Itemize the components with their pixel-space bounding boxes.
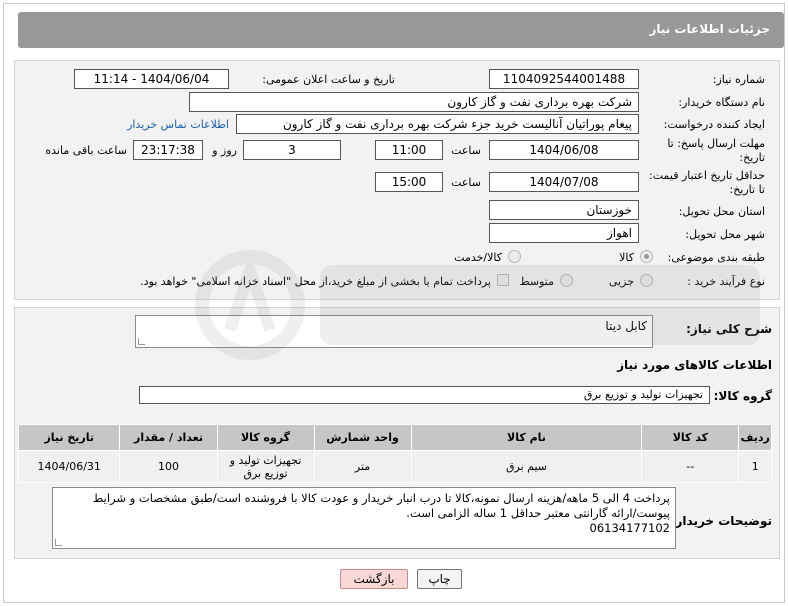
page-title: جزئیات اطلاعات نیاز bbox=[649, 22, 770, 36]
province-label: استان محل تحویل: bbox=[678, 205, 765, 218]
buyer-org-field: شرکت بهره برداری نفت و گاز کارون bbox=[189, 92, 639, 112]
process-medium-label: متوسط bbox=[519, 275, 554, 288]
cell-name: سیم برق bbox=[410, 450, 643, 483]
buyer-notes-label: توضیحات خریدار: bbox=[670, 514, 772, 528]
print-button[interactable]: چاپ bbox=[417, 569, 462, 589]
reply-deadline-label-2: تاریخ: bbox=[739, 151, 765, 164]
reply-date-field: 1404/06/08 bbox=[489, 140, 639, 160]
cell-need-date: 1404/06/31 bbox=[17, 450, 121, 483]
announce-label: تاریخ و ساعت اعلان عمومی: bbox=[262, 73, 395, 86]
resize-handle-icon[interactable] bbox=[138, 338, 145, 345]
goods-table: ردیف کد کالا نام کالا واحد شمارش گروه کا… bbox=[17, 424, 772, 483]
goods-group-field: تجهیزات تولید و توزیع برق bbox=[139, 386, 710, 404]
resize-handle-icon[interactable] bbox=[55, 539, 62, 546]
category-goods-service-radio[interactable] bbox=[508, 250, 521, 263]
remaining-time-field: 23:17:38 bbox=[133, 140, 203, 160]
treasury-payment-checkbox[interactable] bbox=[497, 274, 509, 286]
buyer-notes-line-3: 06134177102 bbox=[589, 521, 670, 535]
category-goods-service-label: کالا/خدمت bbox=[454, 251, 502, 264]
reply-time-label: ساعت bbox=[451, 144, 481, 157]
need-number-label: شماره نیاز: bbox=[712, 73, 765, 86]
price-validity-label-2: تا تاریخ: bbox=[729, 183, 765, 196]
description-field: کابل دیتا bbox=[135, 315, 653, 348]
col-code: کد کالا bbox=[641, 424, 740, 451]
days-label: روز و bbox=[212, 144, 237, 157]
col-group: گروه کالا bbox=[216, 424, 315, 451]
col-need-date: تاریخ نیاز bbox=[17, 424, 121, 451]
city-field: اهواز bbox=[489, 223, 639, 243]
info-panel: شماره نیاز: 1104092544001488 تاریخ و ساع… bbox=[14, 60, 780, 300]
cell-unit: متر bbox=[313, 450, 412, 483]
announce-field: 1404/06/04 - 11:14 bbox=[74, 69, 229, 89]
price-time-label: ساعت bbox=[451, 176, 481, 189]
process-minor-radio[interactable] bbox=[640, 274, 653, 287]
col-unit: واحد شمارش bbox=[313, 424, 412, 451]
buyer-notes-line-1: پرداخت 4 الی 5 ماهه/هزینه ارسال نمونه،کا… bbox=[92, 491, 670, 505]
days-field: 3 bbox=[243, 140, 341, 160]
reply-deadline-label: مهلت ارسال پاسخ: تا bbox=[667, 137, 765, 150]
page-header: جزئیات اطلاعات نیاز bbox=[18, 12, 784, 48]
payment-note: پرداخت تمام یا بخشی از مبلغ خرید،از محل … bbox=[140, 275, 491, 288]
contact-info-link[interactable]: اطلاعات تماس خریدار bbox=[127, 118, 229, 131]
col-name: نام کالا bbox=[410, 424, 643, 451]
description-label: شرح کلی نیاز: bbox=[686, 322, 772, 336]
process-label: نوع فرآیند خرید : bbox=[687, 275, 765, 288]
city-label: شهر محل تحویل: bbox=[685, 228, 765, 241]
cell-group: تجهیزات تولید و توزیع برق bbox=[216, 450, 315, 483]
creator-label: ایجاد کننده درخواست: bbox=[663, 118, 765, 131]
category-goods-radio[interactable] bbox=[640, 250, 653, 263]
col-row: ردیف bbox=[738, 424, 772, 451]
process-medium-radio[interactable] bbox=[560, 274, 573, 287]
col-quantity: تعداد / مقدار bbox=[119, 424, 218, 451]
category-goods-label: کالا bbox=[619, 251, 634, 264]
price-date-field: 1404/07/08 bbox=[489, 172, 639, 192]
buyer-org-label: نام دستگاه خریدار: bbox=[678, 96, 765, 109]
reply-time-field: 11:00 bbox=[375, 140, 443, 160]
remaining-label: ساعت باقی مانده bbox=[45, 144, 127, 157]
price-time-field: 15:00 bbox=[375, 172, 443, 192]
category-label: طبقه بندی موضوعی: bbox=[667, 251, 765, 264]
creator-field: پیغام پوراتیان آنالیست خرید جزء شرکت بهر… bbox=[236, 114, 639, 134]
need-number-field: 1104092544001488 bbox=[489, 69, 639, 89]
goods-group-label: گروه کالا: bbox=[713, 389, 772, 403]
buyer-notes-line-2: پیوست/ارائه گارانتی معتبر حداقل 1 ساله ا… bbox=[406, 506, 670, 520]
cell-row: 1 bbox=[738, 450, 772, 483]
buyer-notes-field: پرداخت 4 الی 5 ماهه/هزینه ارسال نمونه،کا… bbox=[52, 487, 676, 549]
cell-quantity: 100 bbox=[119, 450, 218, 483]
goods-section-title: اطلاعات کالاهای مورد نیاز bbox=[617, 358, 772, 372]
process-minor-label: جزیی bbox=[608, 275, 634, 288]
cell-code: -- bbox=[641, 450, 740, 483]
table-row: 1 -- سیم برق متر تجهیزات تولید و توزیع ب… bbox=[17, 450, 772, 483]
province-field: خوزستان bbox=[489, 200, 639, 220]
price-validity-label: حداقل تاریخ اعتبار قیمت: bbox=[649, 169, 765, 182]
description-value: کابل دیتا bbox=[605, 319, 647, 333]
back-button[interactable]: بازگشت bbox=[340, 569, 408, 589]
